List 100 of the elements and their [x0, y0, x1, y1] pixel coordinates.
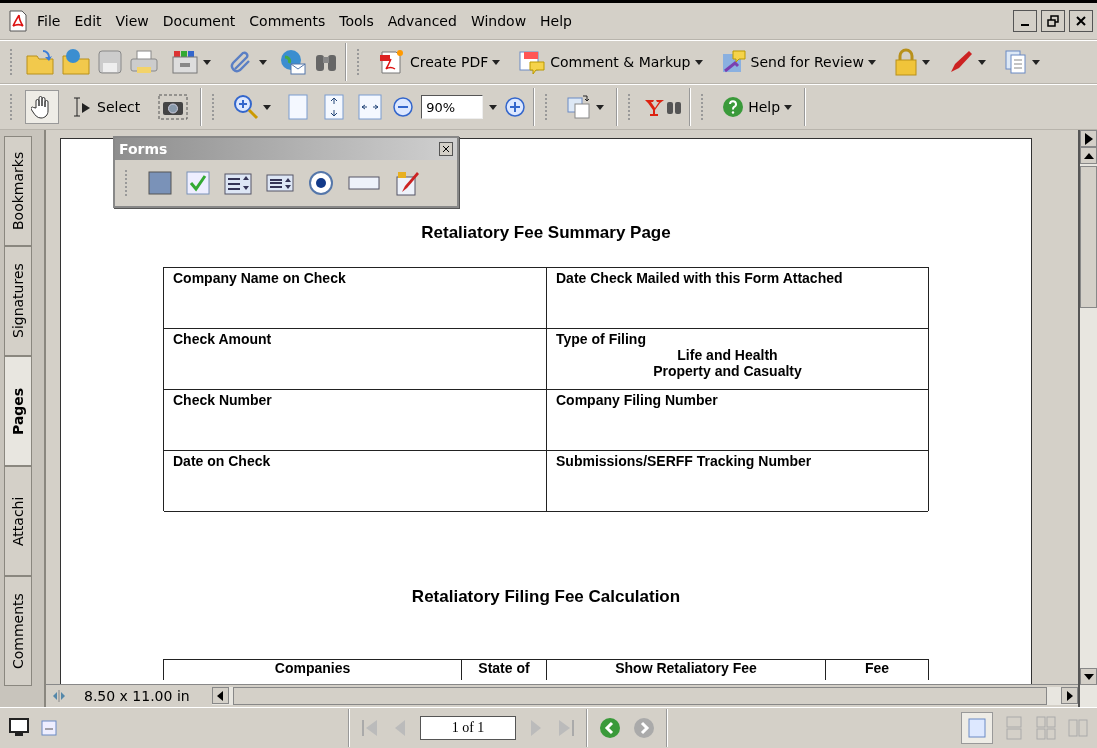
close-icon[interactable] — [439, 142, 453, 156]
scroll-up-icon — [1083, 152, 1094, 159]
scroll-right-icon — [1066, 690, 1073, 701]
column-header: Fee — [825, 660, 928, 680]
padlock-icon — [893, 48, 918, 76]
side-tab[interactable]: Pages — [4, 356, 32, 466]
printer-icon[interactable] — [129, 49, 159, 75]
side-tab[interactable]: Signatures — [4, 246, 32, 356]
menu-item[interactable]: View — [110, 11, 154, 31]
page-size-text: 8.50 x 11.00 in — [83, 688, 191, 704]
cell-label: Company Filing Number — [556, 392, 719, 408]
menu-item[interactable]: Tools — [334, 11, 379, 31]
menu-item[interactable]: Window — [465, 11, 532, 31]
caret-icon — [694, 59, 703, 65]
send-review-icon — [720, 49, 747, 75]
menu-item[interactable]: Comments — [244, 11, 331, 31]
menu-item[interactable]: Advanced — [382, 11, 462, 31]
close-button[interactable] — [1069, 10, 1093, 32]
page-rotate-icon — [566, 94, 593, 120]
cell-label: Check Amount — [173, 331, 273, 347]
save-icon[interactable] — [97, 49, 123, 75]
menu-item[interactable]: Document — [157, 11, 241, 31]
caret-icon — [259, 59, 267, 65]
restore-icon — [1047, 15, 1059, 27]
zoom-field[interactable]: 90% — [421, 95, 484, 119]
task-button-label: Create PDF — [410, 54, 489, 70]
restore-button[interactable] — [1041, 10, 1065, 32]
cell-label: Check Number — [173, 392, 273, 408]
back-icon[interactable] — [598, 716, 622, 740]
window-icon[interactable] — [40, 719, 58, 737]
task-button[interactable]: Create PDF — [372, 44, 507, 80]
menu-item[interactable]: Edit — [69, 11, 107, 31]
documents-icon — [1003, 49, 1028, 75]
task-button-label: Send for Review — [750, 54, 864, 70]
speech-bubble-icon — [518, 49, 547, 75]
zoom-in-icon[interactable] — [503, 95, 528, 119]
cell-label: Submissions/SERFF Tracking Number — [556, 453, 813, 469]
hand-tool-button[interactable] — [25, 90, 59, 124]
open-folder-icon[interactable] — [25, 48, 55, 76]
task-button[interactable]: Comment & Markup — [512, 44, 709, 80]
combo-box-icon[interactable] — [224, 171, 252, 195]
first-page-icon[interactable] — [360, 717, 380, 739]
caret-icon — [867, 59, 876, 65]
monitor-icon[interactable] — [8, 718, 30, 738]
caret-icon — [596, 104, 605, 110]
button-field-icon[interactable] — [148, 171, 172, 195]
globe-envelope-icon[interactable] — [279, 49, 307, 75]
tool-label: Select — [97, 99, 141, 115]
vertical-scrollbar[interactable] — [1078, 130, 1097, 707]
caret-icon — [489, 104, 498, 110]
panel-arrow-icon — [1084, 132, 1093, 145]
text-field-icon[interactable] — [348, 175, 380, 191]
close-icon — [1076, 16, 1086, 26]
pdf-document-icon[interactable] — [8, 10, 28, 32]
zoom-out-icon[interactable] — [391, 95, 416, 119]
list-box-icon[interactable] — [266, 172, 294, 194]
radio-button-icon[interactable] — [308, 170, 334, 196]
pdf-star-icon — [378, 49, 406, 75]
camera-icon — [158, 94, 189, 120]
filing-option: Property and Casualty — [556, 363, 919, 379]
task-button[interactable]: Send for Review — [714, 44, 882, 80]
scroll-down-icon — [1083, 673, 1094, 680]
last-page-icon[interactable] — [556, 717, 576, 739]
folder-globe-icon[interactable] — [61, 48, 91, 76]
split-handle-icon[interactable] — [52, 689, 66, 703]
caret-icon — [203, 59, 211, 65]
task-button-label: Comment & Markup — [550, 54, 691, 70]
caret-icon — [492, 59, 501, 65]
file-drawer-icon — [171, 49, 199, 75]
checkbox-icon[interactable] — [186, 171, 210, 195]
help-button[interactable]: Help — [716, 91, 799, 123]
select-tool-button[interactable]: Select — [65, 90, 147, 124]
side-tab[interactable]: Attachi — [4, 466, 32, 576]
single-page-icon — [967, 717, 987, 739]
column-header: Companies — [273, 660, 352, 678]
menu-item[interactable]: File — [32, 11, 66, 31]
side-tab[interactable]: Bookmarks — [4, 136, 32, 246]
caret-icon — [784, 104, 793, 110]
single-page-button[interactable] — [961, 712, 993, 744]
menu-item[interactable]: Help — [535, 11, 577, 31]
palette-title: Forms — [119, 141, 168, 157]
section-title: Retaliatory Filing Fee Calculation — [411, 587, 681, 607]
side-tab[interactable]: Comments — [4, 576, 32, 686]
column-header: Show Retaliatory Fee — [546, 660, 825, 680]
cell-label: Date Check Mailed with this Form Attached — [556, 270, 844, 286]
scroll-thumb[interactable] — [1080, 166, 1097, 308]
question-icon — [722, 96, 745, 118]
caret-icon — [1031, 59, 1040, 65]
caret-icon — [263, 104, 272, 110]
scroll-left-icon — [217, 690, 224, 701]
page-number-field[interactable]: 1 of 1 — [420, 716, 516, 740]
magnifier-plus-icon — [233, 94, 260, 120]
minimize-button[interactable] — [1013, 10, 1037, 32]
minimize-icon — [1021, 24, 1029, 26]
column-header: State of — [461, 660, 546, 680]
forward-icon[interactable] — [632, 716, 656, 740]
filing-option: Life and Health — [556, 347, 919, 363]
facing-icon[interactable] — [1035, 716, 1057, 740]
caret-icon — [977, 59, 986, 65]
cell-label: Date on Check — [173, 453, 272, 469]
